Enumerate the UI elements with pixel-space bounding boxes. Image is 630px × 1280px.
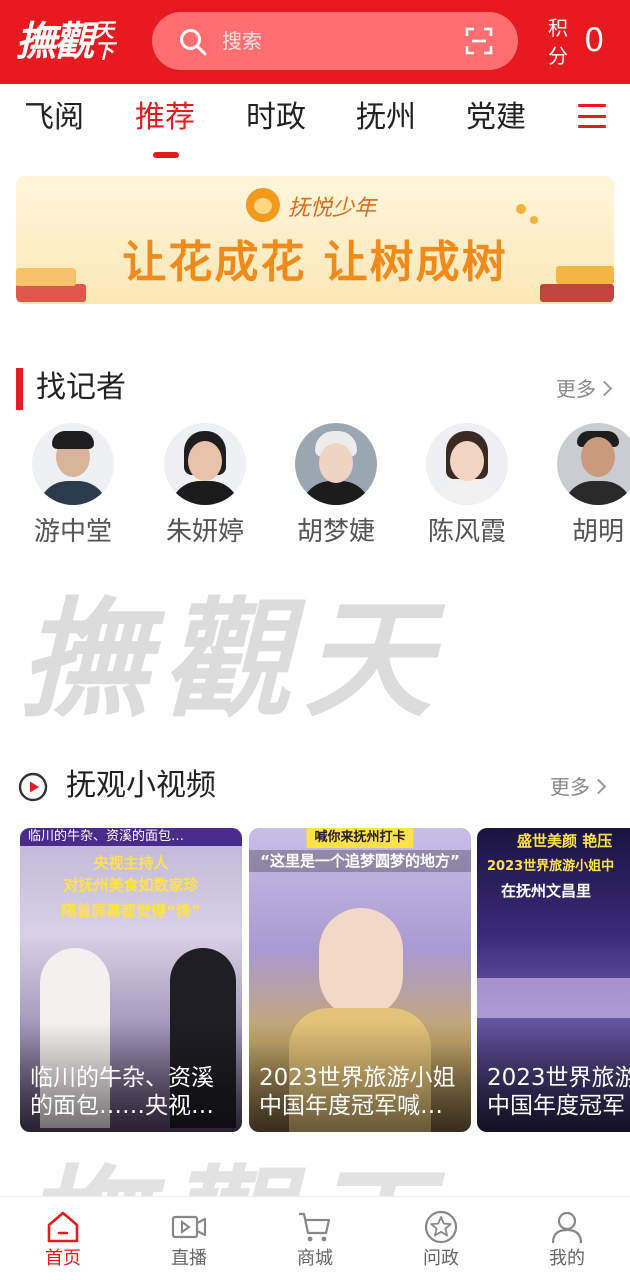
book-decoration — [16, 284, 86, 302]
nav-label: 首页 — [45, 1248, 81, 1269]
nav-mall[interactable]: 商城 — [252, 1197, 378, 1280]
bottom-nav: 首页 直播 商城 问政 我的 — [0, 1196, 630, 1280]
search-bar[interactable] — [152, 12, 518, 70]
reporter-card[interactable]: 胡明 — [541, 423, 630, 553]
tab-fuzhou[interactable]: 抚州 — [356, 98, 416, 138]
tab-label: 推荐 — [135, 100, 195, 135]
avatar — [557, 423, 630, 505]
avatar — [426, 423, 508, 505]
video-headline: “这里是一个追梦圆梦的地方” — [249, 850, 471, 872]
chevron-right-icon — [596, 380, 613, 397]
nav-mine[interactable]: 我的 — [504, 1197, 630, 1280]
brand-watermark: 撫觀天 — [20, 1158, 620, 1198]
reporter-name: 游中堂 — [33, 517, 112, 547]
logo-main-text: 撫觀 — [16, 18, 94, 65]
banner-slogan: 让花成花 让树成树 — [122, 237, 508, 288]
search-input[interactable] — [222, 25, 422, 57]
top-header: 撫觀天下 积分 0 — [0, 0, 630, 84]
avatar — [295, 423, 377, 505]
section-accent-bar — [16, 368, 23, 410]
video-headline: 对抚州美食如数家珍 — [63, 876, 199, 894]
stage-lights — [477, 978, 630, 1018]
video-card[interactable]: 临川的牛杂、资溪的面包… 央视主持人 对抚州美食如数家珍 隔着屏幕都觉得“馋” … — [20, 828, 242, 1132]
tab-label: 时政 — [246, 100, 306, 135]
scan-icon[interactable] — [465, 27, 493, 55]
video-headline: 2023世界旅游小姐中 — [487, 859, 615, 874]
live-video-icon — [171, 1215, 207, 1239]
book-decoration — [540, 284, 614, 302]
search-icon — [180, 29, 207, 56]
cart-icon — [299, 1212, 331, 1242]
points-value[interactable]: 0 — [584, 20, 604, 60]
reporter-card[interactable]: 陈风霞 — [410, 423, 514, 553]
reporter-card[interactable]: 游中堂 — [16, 423, 120, 553]
reporter-name: 胡明 — [571, 517, 624, 547]
flower-decoration — [530, 216, 538, 224]
book-decoration — [556, 266, 614, 284]
section-title-videos: 抚观小视频 — [66, 768, 216, 803]
tab-feiyue[interactable]: 飞阅 — [24, 98, 84, 138]
play-circle-icon — [18, 772, 48, 802]
reporter-name: 陈风霞 — [427, 517, 506, 547]
reporter-name: 胡梦婕 — [296, 517, 375, 547]
reporter-card[interactable]: 胡梦婕 — [279, 423, 383, 553]
video-tag: 喊你来抚州打卡 — [306, 828, 414, 848]
reporter-name: 朱妍婷 — [165, 517, 244, 547]
book-decoration — [16, 268, 76, 286]
brand-watermark: 撫觀天 — [20, 590, 447, 730]
flower-decoration — [516, 204, 526, 214]
reporters-more-link[interactable]: 更多 — [556, 374, 613, 404]
chevron-right-icon — [590, 778, 607, 795]
avatar — [164, 423, 246, 505]
video-caption: 临川的牛杂、资溪的面包……央视主持人 — [30, 1065, 214, 1119]
video-top-strip: 临川的牛杂、资溪的面包… — [20, 828, 242, 846]
tab-party[interactable]: 党建 — [466, 98, 526, 138]
lion-mascot-icon — [246, 188, 280, 222]
active-tab-indicator — [153, 152, 179, 158]
video-headline: 在抚州文昌里 — [501, 882, 592, 900]
home-icon — [47, 1211, 79, 1243]
more-label: 更多 — [550, 775, 590, 799]
videos-more-link[interactable]: 更多 — [550, 772, 607, 802]
video-carousel[interactable]: 临川的牛杂、资溪的面包… 央视主持人 对抚州美食如数家珍 隔着屏幕都觉得“馋” … — [0, 828, 630, 1134]
video-caption: 2023世界旅游小姐中国年度冠军喊你来抚州打卡 — [259, 1065, 456, 1119]
nav-label: 商城 — [297, 1248, 333, 1269]
nav-inquiry[interactable]: 问政 — [378, 1197, 504, 1280]
presenter-figure — [319, 908, 403, 1018]
tab-label: 党建 — [466, 100, 526, 135]
promo-banner[interactable]: 抚悦少年 让花成花 让树成树 — [16, 176, 614, 304]
user-icon — [551, 1211, 583, 1244]
video-caption: 2023世界旅游小姐中国年度冠军 — [487, 1065, 630, 1119]
section-title-reporters: 找记者 — [36, 370, 126, 405]
video-headline: 央视主持人 — [93, 854, 169, 872]
banner-subtitle: 抚悦少年 — [288, 196, 377, 221]
nav-live[interactable]: 直播 — [126, 1197, 252, 1280]
tab-recommend[interactable]: 推荐 — [135, 98, 195, 158]
points-label: 积分 — [548, 16, 568, 68]
more-label: 更多 — [556, 377, 596, 401]
reporter-card[interactable]: 朱妍婷 — [148, 423, 252, 553]
logo-side-text: 天下 — [94, 18, 114, 63]
channel-menu-icon[interactable] — [578, 104, 606, 128]
video-card[interactable]: 盛世美颜 艳压 2023世界旅游小姐中 在抚州文昌里 2023世界旅游小姐中国年… — [477, 828, 630, 1132]
nav-label: 直播 — [171, 1248, 207, 1269]
avatar — [32, 423, 114, 505]
tab-label: 飞阅 — [24, 100, 84, 135]
video-card[interactable]: 喊你来抚州打卡 “这里是一个追梦圆梦的地方” 2023世界旅游小姐中国年度冠军喊… — [249, 828, 471, 1132]
nav-label: 我的 — [549, 1248, 585, 1269]
app-logo[interactable]: 撫觀 天下 — [16, 14, 116, 70]
channel-tabs: 飞阅 推荐 时政 抚州 党建 — [0, 84, 630, 158]
tab-label: 抚州 — [356, 100, 416, 135]
nav-home[interactable]: 首页 — [0, 1197, 126, 1280]
star-badge-icon — [424, 1210, 458, 1244]
video-headline: 隔着屏幕都觉得“馋” — [61, 902, 201, 920]
video-headline: 盛世美颜 艳压 — [517, 832, 613, 850]
tab-politics[interactable]: 时政 — [246, 98, 306, 138]
nav-label: 问政 — [423, 1248, 459, 1269]
